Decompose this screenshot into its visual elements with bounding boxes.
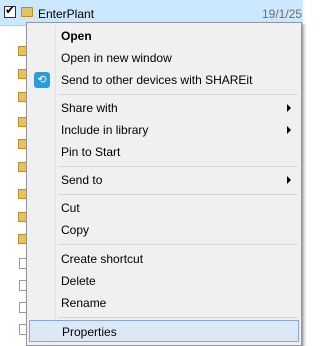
folder-icon: [21, 7, 33, 17]
menu-item-share-with[interactable]: Share with: [29, 97, 299, 119]
menu-item-label: Send to: [61, 173, 103, 187]
menu-item-send-to[interactable]: Send to: [29, 169, 299, 191]
menu-item-open[interactable]: Open: [29, 25, 299, 47]
file-name: EnterPlant: [38, 7, 95, 21]
menu-item-label: Open in new window: [61, 51, 172, 65]
context-menu: Open Open in new window ⟲ Send to other …: [26, 22, 302, 346]
file-icon: [19, 258, 26, 269]
folder-icon: [18, 117, 26, 127]
menu-item-include-in-library[interactable]: Include in library: [29, 119, 299, 141]
row-checkbox[interactable]: ✔: [4, 3, 16, 18]
menu-item-cut[interactable]: Cut: [29, 197, 299, 219]
file-date: 19/1/25: [262, 7, 303, 21]
file-icon: [19, 324, 26, 335]
menu-item-rename[interactable]: Rename: [29, 292, 299, 314]
menu-item-create-shortcut[interactable]: Create shortcut: [29, 248, 299, 270]
menu-item-delete[interactable]: Delete: [29, 270, 299, 292]
file-icon: [19, 280, 26, 291]
menu-separator: [58, 244, 298, 245]
folder-icon: [18, 212, 26, 222]
menu-item-label: Open: [61, 29, 92, 43]
menu-separator: [58, 194, 298, 195]
background-file-list: [0, 26, 26, 346]
menu-separator: [58, 94, 298, 95]
menu-item-label: Cut: [61, 201, 80, 215]
folder-icon: [18, 69, 26, 79]
menu-item-label: Send to other devices with SHAREit: [61, 73, 253, 87]
menu-item-label: Properties: [62, 325, 117, 339]
menu-item-label: Share with: [61, 101, 118, 115]
menu-item-copy[interactable]: Copy: [29, 219, 299, 241]
menu-item-properties[interactable]: Properties: [29, 320, 299, 342]
shareit-icon: ⟲: [34, 72, 50, 88]
folder-icon: [18, 92, 26, 102]
menu-separator: [58, 317, 298, 318]
checkmark-icon: ✔: [5, 3, 16, 17]
folder-icon: [18, 189, 26, 199]
folder-icon: [18, 162, 26, 172]
menu-item-pin-to-start[interactable]: Pin to Start: [29, 141, 299, 163]
menu-item-label: Copy: [61, 223, 90, 237]
menu-item-label: Pin to Start: [61, 145, 121, 159]
menu-item-send-shareit[interactable]: ⟲ Send to other devices with SHAREit: [29, 69, 299, 91]
folder-icon: [18, 46, 26, 56]
folder-icon: [18, 139, 26, 149]
menu-item-label: Create shortcut: [61, 252, 144, 266]
submenu-arrow-icon: [287, 104, 291, 112]
file-icon: [19, 302, 26, 313]
menu-item-label: Delete: [61, 274, 96, 288]
submenu-arrow-icon: [287, 126, 291, 134]
folder-icon: [18, 234, 26, 244]
menu-separator: [58, 166, 298, 167]
menu-item-label: Rename: [61, 296, 107, 310]
menu-item-open-new-window[interactable]: Open in new window: [29, 47, 299, 69]
list-border: [302, 26, 303, 346]
menu-item-label: Include in library: [61, 123, 149, 137]
submenu-arrow-icon: [287, 176, 291, 184]
